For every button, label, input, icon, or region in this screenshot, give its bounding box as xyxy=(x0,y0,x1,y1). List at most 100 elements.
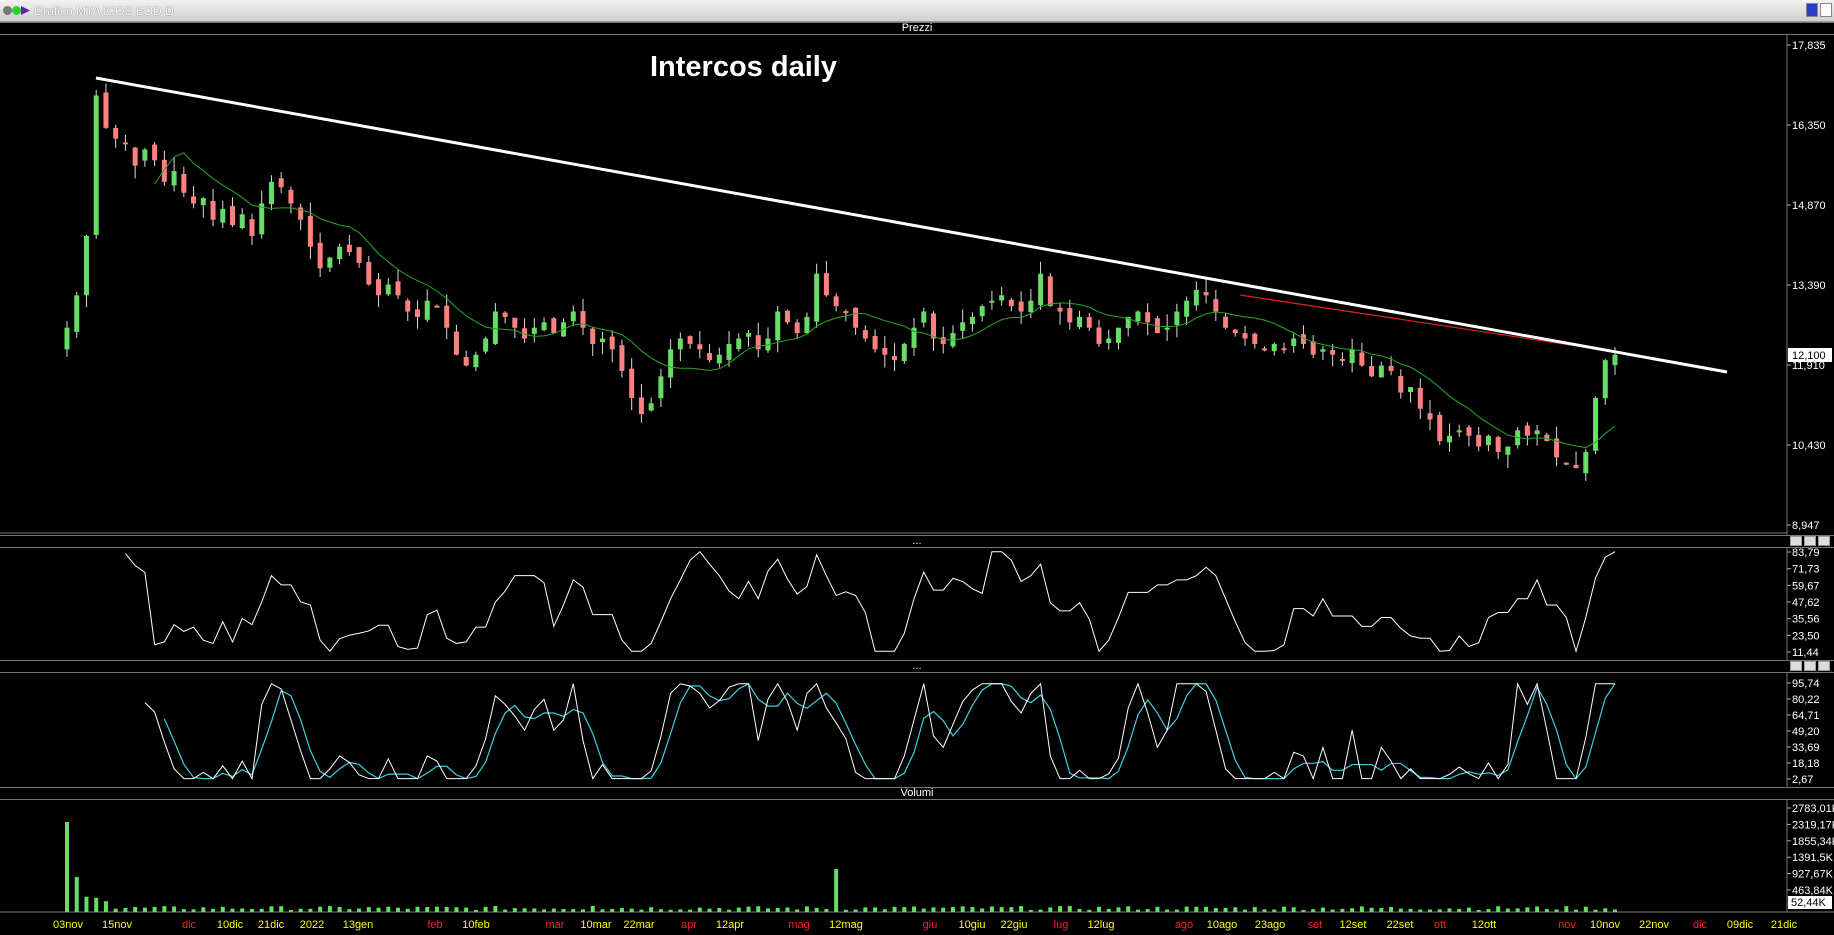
date-tick-label: lug xyxy=(1054,919,1069,931)
date-tick-label: 23ago xyxy=(1255,919,1286,931)
candle-body xyxy=(1038,273,1044,306)
date-tick-label: 10giu xyxy=(959,919,986,931)
date-tick-label: 22set xyxy=(1387,919,1414,931)
volume-panel-title: Volumi xyxy=(900,787,934,799)
date-tick-label: 22nov xyxy=(1639,919,1669,931)
candle-body xyxy=(249,219,255,236)
volume-bar xyxy=(1009,907,1014,912)
candle-body xyxy=(940,337,946,344)
candle-body xyxy=(814,273,820,322)
volume-bar xyxy=(619,908,624,912)
volume-bar xyxy=(415,906,420,912)
candle-body xyxy=(1262,348,1268,351)
volume-bar xyxy=(113,908,118,912)
candle-body xyxy=(668,349,674,378)
candle-body xyxy=(288,189,294,204)
play-icon[interactable] xyxy=(21,6,30,15)
date-tick-label: dic xyxy=(1693,919,1708,931)
date-tick-label: 2022 xyxy=(300,919,324,931)
candle-body xyxy=(882,347,888,355)
osc2-maximize-button[interactable] xyxy=(1804,661,1816,671)
volume-bar xyxy=(386,906,391,912)
candle-body xyxy=(366,261,372,285)
date-tick-label: 22giu xyxy=(1001,919,1028,931)
volume-bar xyxy=(181,909,186,912)
axis-tick-label: 18,18 xyxy=(1792,758,1820,770)
close-button[interactable] xyxy=(1820,3,1832,17)
candle-body xyxy=(1427,413,1433,420)
axis-tick-label: 64,71 xyxy=(1792,710,1820,722)
candle-body xyxy=(463,357,469,366)
candle-body xyxy=(220,208,226,223)
osc2-close-button[interactable] xyxy=(1818,661,1830,671)
volume-bar xyxy=(230,908,235,912)
volume-bar xyxy=(707,908,712,912)
candle-body xyxy=(171,171,177,186)
osc1-axis: 83,79 71,73 59,67 47,62 35,56 23,50 11,44 xyxy=(1787,548,1820,659)
volume-bar xyxy=(1243,909,1248,912)
app-menu-icon[interactable] xyxy=(3,6,12,15)
volume-bar xyxy=(1359,906,1364,912)
volume-bar xyxy=(697,907,702,912)
osc1-minimize-button[interactable] xyxy=(1790,536,1802,546)
volume-bar xyxy=(980,908,985,912)
candle-body xyxy=(113,127,119,139)
osc1-panel-title: ... xyxy=(912,535,922,547)
date-tick-label: 12ott xyxy=(1472,919,1496,931)
volume-bar xyxy=(727,909,732,912)
volume-bar xyxy=(1145,909,1150,912)
volume-bar xyxy=(1583,906,1588,912)
candle-body xyxy=(1164,327,1170,330)
moving-average-line xyxy=(154,152,1616,449)
volume-bar xyxy=(1535,906,1540,912)
candle-body xyxy=(580,311,586,328)
volume-bar xyxy=(133,906,138,912)
candle-body xyxy=(278,178,284,188)
volume-bar xyxy=(376,907,381,912)
date-tick-label: set xyxy=(1308,919,1323,931)
date-tick-label: apr xyxy=(681,919,697,931)
osc1-maximize-button[interactable] xyxy=(1804,536,1816,546)
stochastic-chart[interactable]: 95,74 80,22 64,71 49,20 33,69 18,18 2,67 xyxy=(0,673,1834,787)
volume-bar xyxy=(123,907,128,912)
osc1-close-button[interactable] xyxy=(1818,536,1830,546)
oscillator-1-chart[interactable]: 83,79 71,73 59,67 47,62 35,56 23,50 11,44 xyxy=(0,548,1834,660)
candle-body xyxy=(638,397,644,415)
volume-bar xyxy=(775,907,780,912)
candle-body xyxy=(1330,350,1336,355)
axis-tick-label: 35,56 xyxy=(1792,614,1820,626)
volume-bar xyxy=(1593,909,1598,912)
candle-body xyxy=(93,95,99,235)
candle-body xyxy=(775,311,781,341)
window-controls xyxy=(1806,3,1832,19)
candle-body xyxy=(259,203,265,235)
axis-tick-label: 33,69 xyxy=(1792,742,1820,754)
volume-bar xyxy=(1281,906,1286,912)
candle-body xyxy=(376,279,382,296)
candle-body xyxy=(1271,343,1277,352)
candle-body xyxy=(1184,300,1190,317)
volume-bar xyxy=(483,906,488,912)
candle-body xyxy=(833,296,839,307)
candle-body xyxy=(590,328,596,344)
volume-bar xyxy=(1457,908,1462,912)
candle-body xyxy=(64,327,70,350)
osc2-minimize-button[interactable] xyxy=(1790,661,1802,671)
candle-body xyxy=(872,336,878,350)
volume-bar xyxy=(649,907,654,912)
volume-bar xyxy=(405,908,410,912)
candle-body xyxy=(960,322,966,331)
volume-bar xyxy=(1574,909,1579,912)
axis-tick-label: 2,67 xyxy=(1792,774,1813,786)
candle-body xyxy=(1135,311,1141,322)
volume-bar xyxy=(999,907,1004,912)
volume-chart[interactable]: 2783,01K 2319,17K 1855,34K 1391,5K 927,67K 46… xyxy=(0,800,1834,935)
volume-bar xyxy=(1213,908,1218,912)
price-chart[interactable]: Intercos daily 17,835 16,350 14,870 13,390 1… xyxy=(0,35,1834,535)
volume-bar xyxy=(921,908,926,912)
osc1-panel-controls xyxy=(1790,536,1830,546)
restore-button[interactable] xyxy=(1806,3,1818,17)
volume-bar xyxy=(444,907,449,912)
volume-bars-group xyxy=(65,822,1617,912)
volume-bar xyxy=(1262,909,1267,912)
